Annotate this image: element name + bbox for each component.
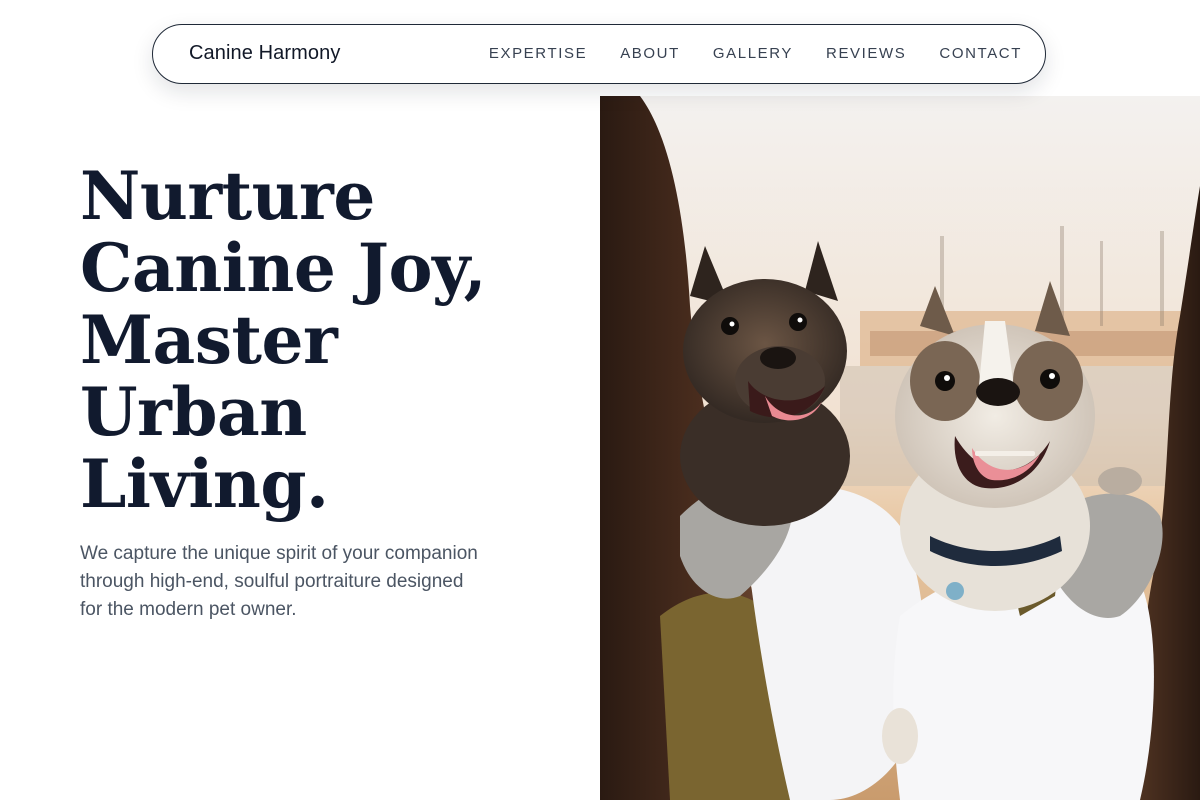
nav-item-about: ABOUT	[620, 45, 680, 63]
nav-link-reviews[interactable]: REVIEWS	[826, 45, 906, 62]
nav-link-about[interactable]: ABOUT	[620, 45, 680, 62]
nav-link-expertise[interactable]: EXPERTISE	[489, 45, 587, 62]
brand-logo-link[interactable]: Canine Harmony	[189, 42, 340, 65]
nav-links: EXPERTISE ABOUT GALLERY REVIEWS CONTACT	[489, 25, 1022, 83]
hero-headline: Nurture Canine Joy, Master Urban Living.	[80, 160, 520, 520]
hero-headline-line-5: Living.	[80, 445, 329, 523]
nav-item-reviews: REVIEWS	[826, 45, 906, 63]
hero-headline-line-1: Nurture	[80, 157, 375, 235]
nav-link-gallery[interactable]: GALLERY	[713, 45, 793, 62]
nav-item-contact: CONTACT	[939, 45, 1022, 63]
top-navigation-bar: Canine Harmony EXPERTISE ABOUT GALLERY R…	[152, 24, 1046, 84]
nav-item-gallery: GALLERY	[713, 45, 793, 63]
hero-headline-line-4: Urban	[80, 373, 307, 451]
hero-headline-line-3: Master	[80, 301, 338, 379]
left-dog	[680, 241, 850, 526]
nav-item-expertise: EXPERTISE	[489, 45, 587, 63]
hero-photo	[600, 96, 1200, 800]
hero-subtitle: We capture the unique spirit of your com…	[80, 543, 478, 620]
hero-photo-illustration	[600, 96, 1200, 800]
landing-page: Canine Harmony EXPERTISE ABOUT GALLERY R…	[0, 0, 1200, 800]
nav-link-contact[interactable]: CONTACT	[939, 45, 1022, 62]
hero-headline-line-2: Canine Joy,	[80, 229, 487, 307]
